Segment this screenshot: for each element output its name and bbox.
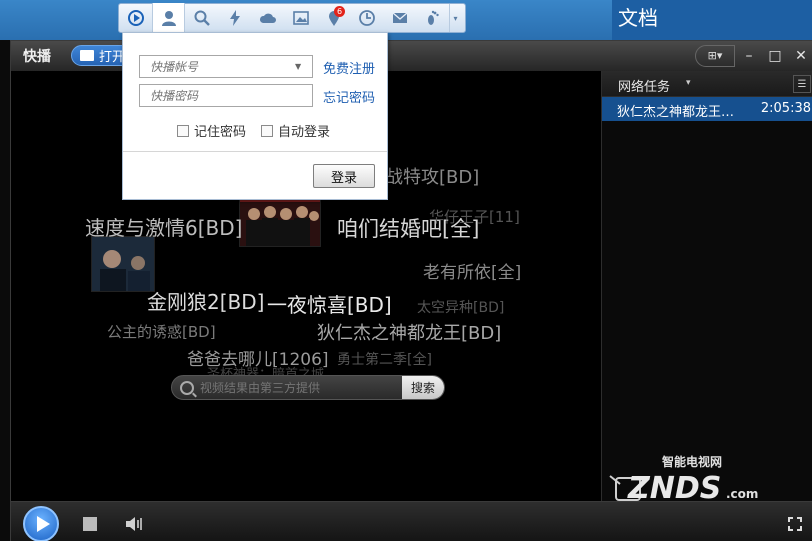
app-title: 快播: [23, 49, 51, 65]
folder-icon: [80, 50, 94, 61]
user-icon: [161, 11, 176, 26]
recommend-item[interactable]: 狄仁杰之神都龙王[BD]: [317, 319, 501, 345]
list-menu-icon[interactable]: ☰: [793, 75, 811, 93]
message-button[interactable]: [383, 4, 416, 32]
register-link[interactable]: 免费注册: [323, 58, 375, 77]
search-input[interactable]: [194, 380, 402, 395]
notification-button[interactable]: 6: [317, 4, 350, 32]
auto-login-label: 自动登录: [278, 125, 331, 140]
task-name: 狄仁杰之神都龙王…: [617, 105, 735, 120]
forgot-password-link[interactable]: 忘记密码: [323, 87, 375, 106]
recommend-item[interactable]: 老有所依[全]: [423, 258, 521, 283]
window-controls: ⊞▾ – □ ✕: [695, 44, 812, 67]
minimize-button[interactable]: –: [737, 45, 761, 67]
chevron-down-icon[interactable]: ▾: [686, 78, 691, 88]
desktop-doc-label[interactable]: 文档: [618, 2, 658, 31]
recommend-item[interactable]: 公主的诱惑[BD]: [107, 321, 216, 342]
checkbox-icon: [177, 124, 189, 137]
history-button[interactable]: [350, 4, 383, 32]
panel-header: 网络任务 ▾ ☰: [602, 71, 812, 97]
panel-title[interactable]: 网络任务: [618, 76, 670, 95]
toolbar-more-button[interactable]: ▾: [449, 4, 461, 32]
checkbox-icon: [261, 124, 273, 137]
divider: [123, 151, 387, 152]
login-popup: ▼ 免费注册 忘记密码 记住密码 自动登录 登录: [122, 32, 388, 200]
photo-icon: [292, 11, 309, 25]
user-account-button[interactable]: [152, 3, 185, 33]
cloud-icon: [259, 13, 276, 23]
task-row[interactable]: 狄仁杰之神都龙王… 2:05:38: [602, 97, 812, 121]
auto-login-checkbox[interactable]: 自动登录: [261, 121, 330, 140]
chevron-down-icon[interactable]: ▼: [295, 62, 301, 71]
stop-button[interactable]: [83, 517, 97, 531]
control-bar: [11, 501, 812, 541]
search-icon: [194, 10, 210, 26]
remember-password-checkbox[interactable]: 记住密码: [177, 121, 246, 140]
footprint-icon: [427, 10, 439, 25]
lightning-icon: [229, 10, 240, 26]
play-icon: [36, 516, 50, 532]
watermark-cn: 智能电视网: [661, 454, 722, 469]
recommend-item[interactable]: 太空异种[BD]: [417, 297, 504, 317]
search-icon: [180, 380, 194, 395]
recommend-item[interactable]: 速度与激情6[BD]: [85, 212, 242, 241]
recommend-item[interactable]: 战特攻[BD]: [385, 163, 479, 189]
account-input[interactable]: [139, 55, 313, 78]
network-task-panel: 网络任务 ▾ ☰ 狄仁杰之神都龙王… 2:05:38 智能电视网 ZNDS .c…: [601, 71, 812, 506]
poster-thumbnail-2[interactable]: [91, 236, 155, 292]
media-library-button[interactable]: [284, 4, 317, 32]
znds-watermark: 智能电视网 ZNDS .com: [609, 454, 758, 506]
login-button[interactable]: 登录: [313, 164, 375, 188]
close-button[interactable]: ✕: [789, 45, 812, 67]
play-button[interactable]: [23, 506, 59, 541]
cloud-button[interactable]: [251, 4, 284, 32]
clock-icon: [358, 10, 375, 26]
accelerate-button[interactable]: [218, 4, 251, 32]
screen: 文档 快播 打开 ⊞▾ – □ ✕ 战特攻[BD] 速度与激情6[BD] 咱们结…: [0, 0, 812, 541]
envelope-icon: [392, 12, 407, 23]
task-duration: 2:05:38: [760, 101, 811, 116]
notification-badge: 6: [334, 6, 345, 17]
recommend-item[interactable]: 金刚狼2[BD]: [147, 286, 264, 315]
user-toolbar: 6 ▾: [118, 3, 466, 33]
fullscreen-icon[interactable]: [787, 516, 803, 532]
play-circle-icon: [127, 10, 144, 26]
skin-menu-button[interactable]: ⊞▾: [695, 44, 735, 67]
watermark-suffix: .com: [726, 487, 758, 501]
volume-icon[interactable]: [125, 516, 145, 532]
maximize-button[interactable]: □: [763, 45, 787, 67]
recommend-item[interactable]: 华仔王子[11]: [429, 206, 520, 227]
search-tool-button[interactable]: [185, 4, 218, 32]
recommend-item[interactable]: 勇士第二季[全]: [337, 349, 432, 369]
password-input[interactable]: [139, 84, 313, 107]
recommend-item[interactable]: 一夜惊喜[BD]: [267, 289, 392, 318]
player-toggle-button[interactable]: [119, 4, 152, 32]
remember-password-label: 记住密码: [194, 125, 247, 140]
search-bar: 搜索: [171, 375, 445, 400]
footprint-button[interactable]: [416, 4, 449, 32]
search-button[interactable]: 搜索: [402, 376, 444, 399]
